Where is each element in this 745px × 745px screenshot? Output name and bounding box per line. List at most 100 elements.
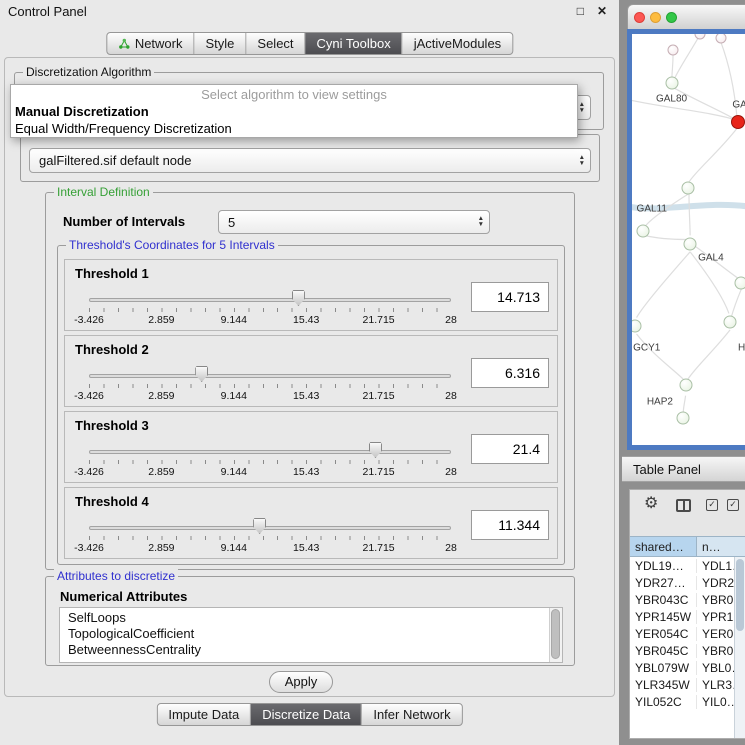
network-node[interactable]: [695, 29, 706, 40]
slider-ticks: [89, 460, 451, 464]
slider-tick-label: 28: [445, 466, 457, 478]
network-node[interactable]: [735, 276, 745, 289]
group-title: Interval Definition: [54, 185, 153, 199]
table-scrollbar[interactable]: [734, 557, 745, 738]
dropdown-option-manual-discretization[interactable]: Manual Discretization: [11, 103, 577, 120]
checkbox-icon[interactable]: ✓: [706, 499, 718, 511]
slider-tick-label: -3.426: [74, 466, 104, 478]
table-data-select[interactable]: galFiltered.sif default node ▲▼: [29, 148, 591, 173]
network-node[interactable]: [668, 45, 679, 56]
network-node[interactable]: [665, 77, 678, 90]
column-header-name[interactable]: n…: [697, 536, 745, 557]
slider-tick-label: 2.859: [148, 466, 174, 478]
slider-tick-label: 2.859: [148, 390, 174, 402]
network-node[interactable]: [679, 379, 692, 392]
network-node[interactable]: [629, 319, 642, 332]
tab-select[interactable]: Select: [246, 33, 305, 54]
slider-tick-label: 9.144: [221, 390, 247, 402]
checkbox-icon[interactable]: ✓: [727, 499, 739, 511]
table-cell: YBR043C: [630, 593, 697, 607]
network-icon: [118, 38, 130, 50]
table-row[interactable]: YBL079WYBL0…: [630, 659, 745, 676]
column-header-shared-name[interactable]: shared…: [630, 536, 697, 557]
network-node[interactable]: [677, 412, 690, 425]
slider-handle[interactable]: [292, 290, 305, 306]
table-toolbar: ⚙ ✓ ✓: [630, 490, 745, 520]
threshold-value-field[interactable]: 11.344: [471, 510, 549, 540]
slider-handle[interactable]: [253, 518, 266, 534]
gear-icon[interactable]: ⚙: [644, 493, 658, 513]
apply-button[interactable]: Apply: [269, 671, 333, 693]
number-of-intervals-select[interactable]: 5 ▲▼: [218, 210, 490, 234]
table-row[interactable]: YIL052CYIL0…: [630, 693, 745, 710]
attributes-list[interactable]: SelfLoopsTopologicalCoefficientBetweenne…: [59, 607, 563, 663]
network-edge: [632, 34, 745, 412]
combo-arrows-icon: ▲▼: [579, 155, 585, 167]
columns-icon[interactable]: [676, 499, 691, 512]
tab-label: Style: [206, 36, 235, 51]
table-row[interactable]: YPR145WYPR1…: [630, 608, 745, 625]
threshold-label: Threshold 1: [75, 266, 149, 281]
slider-tick-label: 2.859: [148, 314, 174, 326]
dropdown-option-equal-width-frequency[interactable]: Equal Width/Frequency Discretization: [11, 120, 577, 137]
threshold-slider[interactable]: -3.4262.8599.14415.4321.71528: [89, 516, 451, 556]
table-row[interactable]: YER054CYER0…: [630, 625, 745, 642]
table-row[interactable]: YDL19…YDL1…: [630, 557, 745, 574]
table-cell: YIL052C: [630, 695, 697, 709]
network-canvas[interactable]: GAL80GA…GAL11GAL4GCY1H…HAP2: [627, 29, 745, 450]
attribute-item[interactable]: TopologicalCoefficient: [60, 626, 562, 642]
tab-jactivemodules[interactable]: jActiveModules: [403, 33, 512, 54]
attributes-to-discretize-group: Attributes to discretize Numerical Attri…: [45, 576, 575, 666]
table-cell: YDR27…: [630, 576, 697, 590]
network-canvas-nodes: GAL80GA…GAL11GAL4GCY1H…HAP2: [632, 34, 745, 445]
tab-label: jActiveModules: [414, 36, 501, 51]
network-node[interactable]: [637, 225, 650, 238]
slider-tick-label: 28: [445, 390, 457, 402]
number-of-intervals-label: Number of Intervals: [63, 214, 185, 229]
threshold-slider[interactable]: -3.4262.8599.14415.4321.71528: [89, 288, 451, 328]
float-window-icon[interactable]: □: [577, 4, 584, 18]
group-title: Discretization Algorithm: [23, 65, 154, 79]
table-row[interactable]: YBR043CYBR0…: [630, 591, 745, 608]
attributes-scrollbar[interactable]: [549, 608, 562, 662]
close-icon[interactable]: ✕: [597, 4, 607, 18]
table-row[interactable]: YDR27…YDR2…: [630, 574, 745, 591]
minimize-traffic-light-icon[interactable]: [650, 12, 661, 23]
network-node[interactable]: [681, 182, 694, 195]
attribute-item[interactable]: SelfLoops: [60, 610, 562, 626]
threshold-slider[interactable]: -3.4262.8599.14415.4321.71528: [89, 440, 451, 480]
tab-cyni-toolbox[interactable]: Cyni Toolbox: [306, 33, 403, 54]
network-node[interactable]: [715, 33, 726, 44]
threshold-value-field[interactable]: 21.4: [471, 434, 549, 464]
slider-tick-label: 15.43: [293, 466, 319, 478]
tab-network[interactable]: Network: [107, 33, 195, 54]
network-node[interactable]: [731, 115, 745, 129]
scrollbar-thumb[interactable]: [551, 609, 560, 659]
tab-label: Select: [257, 36, 293, 51]
table-row[interactable]: YBR045CYBR0…: [630, 642, 745, 659]
zoom-traffic-light-icon[interactable]: [666, 12, 677, 23]
threshold-value-field[interactable]: 6.316: [471, 358, 549, 388]
algorithm-dropdown-popup: Select algorithm to view settings Manual…: [10, 84, 578, 138]
control-panel-title: Control Panel: [8, 4, 577, 19]
network-node-label: HAP2: [647, 396, 673, 407]
threshold-slider[interactable]: -3.4262.8599.14415.4321.71528: [89, 364, 451, 404]
threshold-value-field[interactable]: 14.713: [471, 282, 549, 312]
scrollbar-thumb[interactable]: [736, 559, 744, 631]
table-row[interactable]: YLR345WYLR3…: [630, 676, 745, 693]
attribute-item[interactable]: BetweennessCentrality: [60, 642, 562, 658]
network-node[interactable]: [684, 237, 697, 250]
close-traffic-light-icon[interactable]: [634, 12, 645, 23]
tab-style[interactable]: Style: [195, 33, 247, 54]
slider-handle[interactable]: [369, 442, 382, 458]
network-node[interactable]: [724, 315, 737, 328]
tab-infer-network[interactable]: Infer Network: [362, 704, 461, 725]
threshold-label: Threshold 3: [75, 418, 149, 433]
slider-handle[interactable]: [195, 366, 208, 382]
tab-discretize-data[interactable]: Discretize Data: [251, 704, 362, 725]
slider-tick-label: 21.715: [363, 390, 395, 402]
interval-definition-group: Interval Definition Number of Intervals …: [45, 192, 575, 570]
numerical-attributes-label: Numerical Attributes: [60, 589, 187, 604]
tab-impute-data[interactable]: Impute Data: [157, 704, 251, 725]
main-tab-bar: Network Style Select Cyni Toolbox jActiv…: [106, 32, 513, 55]
